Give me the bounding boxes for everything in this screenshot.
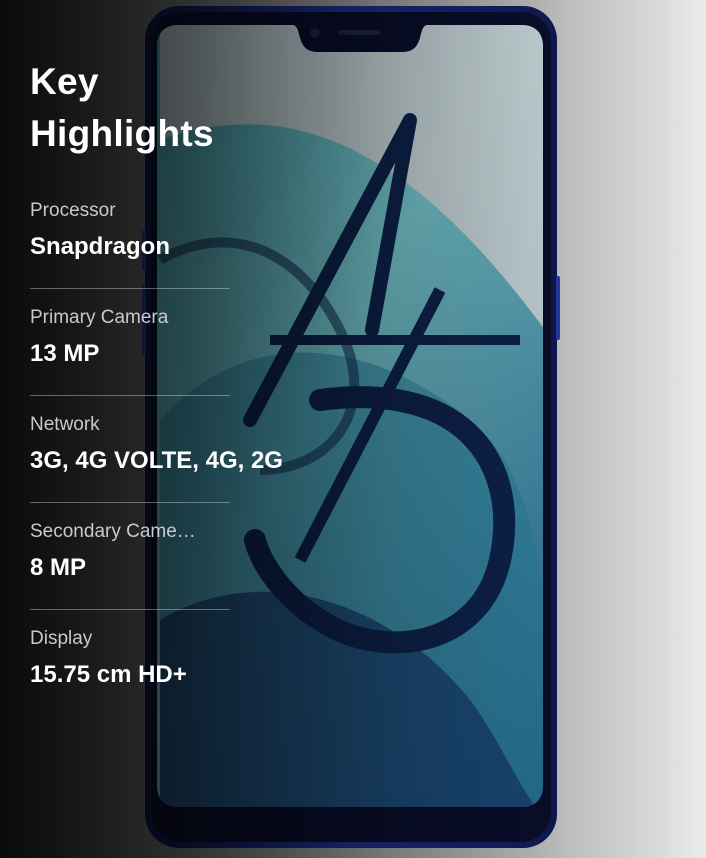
spec-item-display: Display 15.75 cm HD+ xyxy=(30,628,230,735)
key-highlights-banner: Key Highlights Processor Snapdragon Prim… xyxy=(0,0,706,858)
spec-value: 13 MP xyxy=(30,340,100,367)
spec-item-primary-camera: Primary Camera 13 MP xyxy=(30,307,230,414)
spec-item-network: Network 3G, 4G VOLTE, 4G, 2G xyxy=(30,414,283,521)
divider xyxy=(30,395,230,396)
divider xyxy=(30,502,230,503)
spec-label: Secondary Came… xyxy=(30,521,196,542)
spec-label: Display xyxy=(30,628,93,649)
divider xyxy=(30,288,230,289)
divider xyxy=(30,609,230,610)
spec-value: 15.75 cm HD+ xyxy=(30,661,187,688)
spec-value: 8 MP xyxy=(30,554,87,581)
spec-value: Snapdragon xyxy=(30,233,171,260)
spec-value: 3G, 4G VOLTE, 4G, 2G xyxy=(30,447,283,474)
section-title: Key Highlights xyxy=(30,61,214,154)
spec-item-secondary-camera: Secondary Came… 8 MP xyxy=(30,521,230,628)
spec-item-processor: Processor Snapdragon xyxy=(30,200,230,307)
spec-label: Network xyxy=(30,414,100,435)
highlights-panel: Key Highlights Processor Snapdragon Prim… xyxy=(30,56,283,735)
spec-label: Processor xyxy=(30,200,116,221)
spec-label: Primary Camera xyxy=(30,307,169,328)
